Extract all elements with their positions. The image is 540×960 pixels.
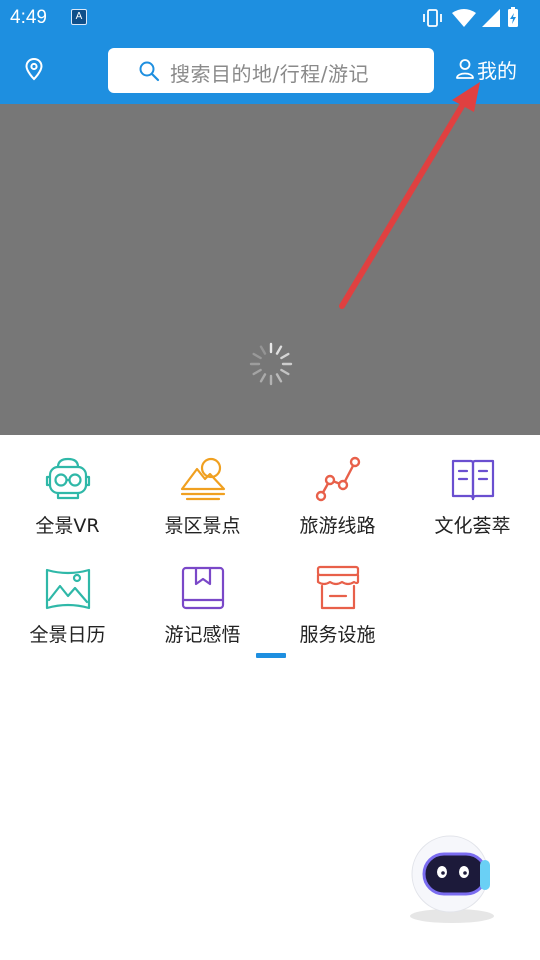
- signal-icon: [482, 9, 500, 27]
- category-culture[interactable]: 文化荟萃: [405, 435, 540, 539]
- robot-assistant-icon[interactable]: [402, 828, 502, 928]
- store-icon: [316, 565, 360, 610]
- category-label: 全景日历: [29, 624, 106, 646]
- bookmark-book-icon: [181, 566, 225, 610]
- wifi-icon: [452, 9, 476, 27]
- mine-label: 我的: [477, 59, 517, 83]
- category-vr[interactable]: 全景VR: [0, 435, 135, 539]
- status-bar: 4:49 A: [0, 0, 540, 36]
- category-label: 游记感悟: [164, 624, 241, 646]
- battery-icon: [508, 7, 518, 27]
- status-time: 4:49: [10, 7, 47, 28]
- user-icon: [456, 59, 474, 79]
- header-bar: 搜索目的地/行程/游记 我的: [0, 36, 540, 104]
- mountain-icon: [180, 457, 226, 501]
- search-input[interactable]: 搜索目的地/行程/游记: [108, 48, 434, 93]
- category-label: 旅游线路: [299, 515, 376, 537]
- category-label: 服务设施: [299, 624, 376, 646]
- category-label: 景区景点: [164, 515, 241, 537]
- category-scenic-spots[interactable]: 景区景点: [135, 435, 270, 539]
- category-panorama-calendar[interactable]: 全景日历: [0, 544, 135, 648]
- vibrate-icon: [423, 9, 442, 27]
- open-book-icon: [451, 459, 495, 501]
- panorama-icon: [45, 568, 91, 610]
- search-placeholder: 搜索目的地/行程/游记: [170, 62, 369, 86]
- category-label: 文化荟萃: [434, 515, 511, 537]
- category-label: 全景VR: [35, 515, 100, 537]
- status-icons: [423, 7, 518, 27]
- category-travel-notes[interactable]: 游记感悟: [135, 544, 270, 648]
- location-pin-icon[interactable]: [22, 57, 46, 81]
- route-icon: [315, 456, 361, 502]
- category-travel-routes[interactable]: 旅游线路: [270, 435, 405, 539]
- vr-headset-icon: [45, 457, 91, 500]
- notification-icon: A: [71, 9, 87, 25]
- category-services[interactable]: 服务设施: [270, 544, 405, 648]
- search-icon: [139, 61, 160, 82]
- page-indicator: [256, 653, 286, 658]
- banner-area[interactable]: [0, 104, 540, 435]
- loading-spinner-icon: [249, 342, 293, 386]
